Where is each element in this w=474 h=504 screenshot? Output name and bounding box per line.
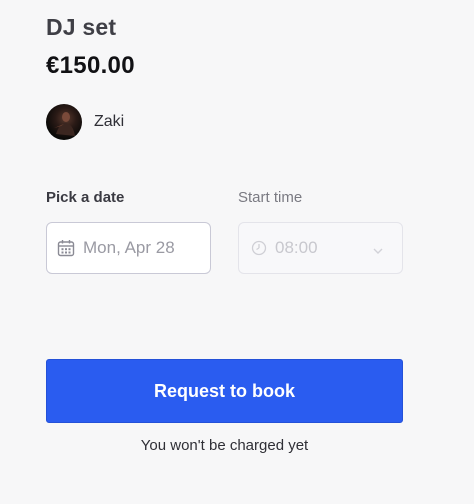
- charge-note: You won't be charged yet: [140, 437, 309, 454]
- host-info[interactable]: Zaki: [46, 104, 124, 140]
- date-label: Pick a date: [46, 189, 125, 206]
- calendar-icon: [57, 239, 75, 257]
- date-picker-field[interactable]: Mon, Apr 28: [46, 222, 211, 274]
- booking-panel: DJ set €150.00 Zaki Pick a date Start ti…: [0, 0, 474, 504]
- date-value: Mon, Apr 28: [83, 238, 175, 257]
- avatar-photo-icon: [54, 112, 75, 136]
- chevron-down-icon: [372, 242, 384, 262]
- time-label: Start time: [238, 189, 303, 206]
- listing-title: DJ set: [46, 14, 117, 40]
- request-to-book-button[interactable]: Request to book: [46, 359, 403, 423]
- listing-price: €150.00: [46, 52, 135, 79]
- avatar[interactable]: [46, 104, 82, 140]
- start-time-value: 08:00: [275, 238, 318, 257]
- start-time-select: 08:00: [238, 222, 403, 274]
- host-name[interactable]: Zaki: [94, 113, 124, 131]
- clock-icon: [251, 240, 267, 256]
